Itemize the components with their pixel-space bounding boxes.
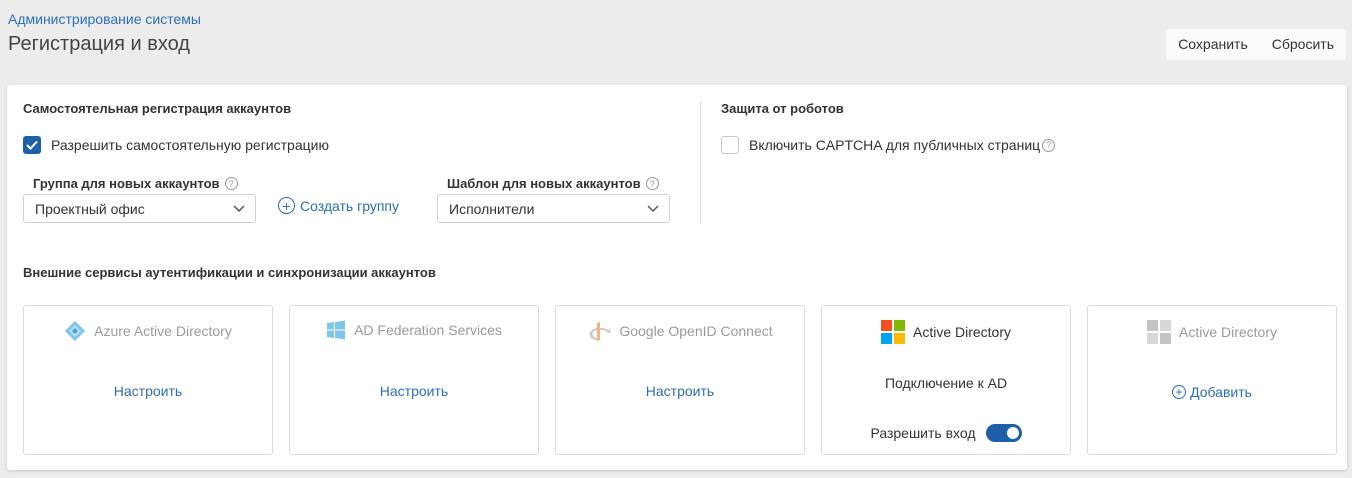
group-select-value: Проектный офис [35,200,145,217]
add-ad-button[interactable]: + Добавить [1088,383,1336,400]
card-azure-ad: Azure Active Directory Настроить [23,305,273,455]
card-title: AD Federation Services [354,322,502,338]
card-adfs: AD Federation Services Настроить [289,305,539,455]
section-divider [700,101,701,224]
openid-icon [587,320,611,342]
chevron-down-icon [647,204,659,212]
allow-registration-row[interactable]: Разрешить самостоятельную регистрацию [23,136,329,154]
group-select[interactable]: Проектный офис [23,194,256,223]
allow-login-toggle[interactable] [985,424,1022,442]
card-title: Azure Active Directory [94,323,232,339]
card-header: Active Directory [1088,320,1336,344]
template-label: Шаблон для новых аккаунтов ? [447,176,659,191]
group-label-text: Группа для новых аккаунтов [33,176,220,191]
breadcrumb[interactable]: Администрирование системы [8,11,201,27]
card-active-directory-connected: Active Directory Подключение к AD Разреш… [821,305,1071,455]
template-select-value: Исполнители [449,200,535,217]
card-header: AD Federation Services [290,320,538,340]
robots-title: Защита от роботов [721,101,844,116]
configure-link[interactable]: Настроить [556,383,804,399]
header-actions: Сохранить Сбросить [1166,29,1346,60]
self-registration-title: Самостоятельная регистрация аккаунтов [23,101,292,116]
help-icon[interactable]: ? [224,177,238,190]
card-header: Active Directory [822,320,1070,344]
captcha-label: Включить CAPTCHA для публичных страниц [749,137,1041,153]
card-header: Azure Active Directory [24,320,272,342]
microsoft-gray-icon [1146,320,1171,344]
card-title: Active Directory [912,324,1012,340]
captcha-row[interactable]: Включить CAPTCHA для публичных страниц ? [721,136,1056,154]
group-label: Группа для новых аккаунтов ? [33,176,238,191]
card-title: Google OpenID Connect [619,323,773,339]
microsoft-icon [880,320,905,344]
chevron-down-icon [233,204,245,212]
allow-login-row: Разрешить вход [822,424,1070,442]
add-label: Добавить [1190,384,1252,400]
template-label-text: Шаблон для новых аккаунтов [447,176,641,191]
ad-connection-status[interactable]: Подключение к AD [822,375,1070,391]
plus-circle-icon: + [1172,385,1187,399]
captcha-checkbox[interactable] [721,136,739,154]
check-icon [26,140,38,150]
azure-ad-icon [64,320,86,342]
external-services-title: Внешние сервисы аутентификации и синхрон… [23,265,436,280]
card-google-openid: Google OpenID Connect Настроить [555,305,805,455]
settings-panel: Самостоятельная регистрация аккаунтов Ра… [7,85,1347,470]
plus-circle-icon: + [278,197,295,214]
create-group-button[interactable]: + Создать группу [278,197,399,214]
help-icon[interactable]: ? [1042,138,1056,152]
reset-button[interactable]: Сбросить [1260,29,1346,60]
save-button[interactable]: Сохранить [1166,29,1260,60]
allow-login-label: Разрешить вход [870,425,976,441]
help-icon[interactable]: ? [645,177,659,190]
template-select[interactable]: Исполнители [437,194,670,223]
allow-registration-label: Разрешить самостоятельную регистрацию [51,137,329,153]
page-title: Регистрация и вход [8,33,190,55]
windows-icon [326,320,346,340]
card-active-directory-add: Active Directory + Добавить [1087,305,1337,455]
card-header: Google OpenID Connect [556,320,804,342]
card-title: Active Directory [1178,324,1278,340]
configure-link[interactable]: Настроить [24,383,272,399]
create-group-label: Создать группу [300,197,399,214]
configure-link[interactable]: Настроить [290,383,538,399]
allow-registration-checkbox[interactable] [23,136,41,154]
